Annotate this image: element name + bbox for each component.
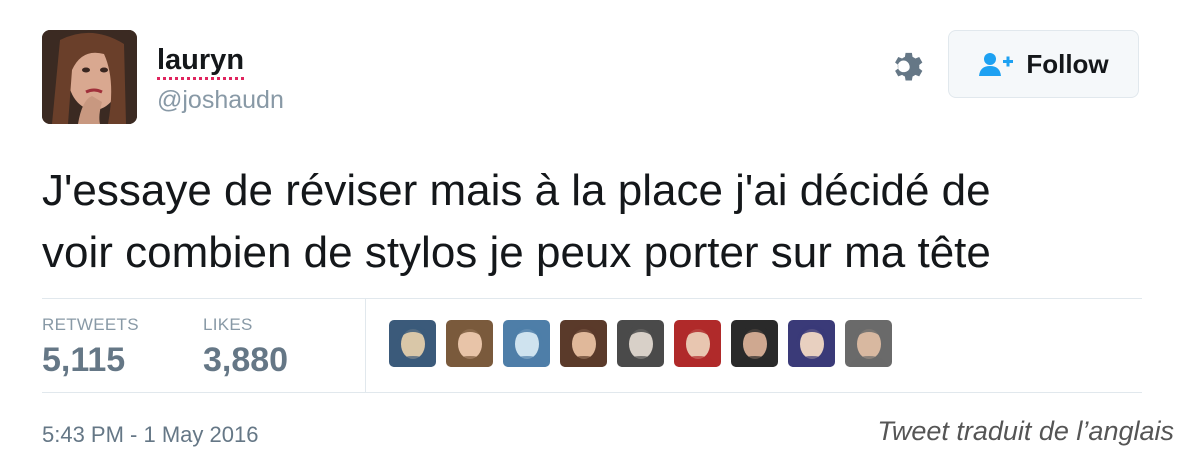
liker-avatar-image [674,320,721,367]
tweet-text: J'essaye de réviser mais à la place j'ai… [42,160,1162,284]
liker-avatar[interactable] [617,320,664,367]
translation-note: Tweet traduit de l’anglais [877,416,1174,446]
tweet-text-line-1: J'essaye de réviser mais à la place j'ai… [42,166,991,215]
add-user-icon [979,53,1014,76]
retweets-count: 5,115 [42,341,126,379]
liker-avatar[interactable] [503,320,550,367]
gear-icon[interactable] [886,48,924,86]
tweet-text-line-2: voir combien de stylos je peux porter su… [42,228,991,277]
divider-top [42,298,1142,299]
liker-avatar[interactable] [845,320,892,367]
liker-avatar-image [845,320,892,367]
liker-avatar[interactable] [560,320,607,367]
follow-label: Follow [1026,48,1109,79]
liker-avatar-image [389,320,436,367]
liker-avatar-image [503,320,550,367]
liker-avatar[interactable] [389,320,436,367]
liker-avatars [389,320,892,367]
stats-separator [365,298,366,392]
tweet-card: lauryn @joshaudn Follow J'essaye de révi… [0,0,1200,471]
timestamp[interactable]: 5:43 PM - 1 May 2016 [42,424,258,446]
follow-button[interactable]: Follow [948,30,1139,98]
liker-avatar[interactable] [731,320,778,367]
liker-avatar-image [617,320,664,367]
liker-avatar-image [560,320,607,367]
liker-avatar[interactable] [788,320,835,367]
retweets-stat[interactable]: RETWEETS 5,115 [42,316,139,377]
likes-count: 3,880 [203,341,289,379]
liker-avatar[interactable] [674,320,721,367]
liker-avatar-image [788,320,835,367]
liker-avatar-image [731,320,778,367]
user-name[interactable]: lauryn [157,46,245,80]
retweets-label: RETWEETS [42,315,139,334]
likes-stat[interactable]: LIKES 3,880 [203,316,288,377]
divider-bottom [42,392,1142,393]
liker-avatar-image [446,320,493,367]
avatar-image [42,30,137,124]
avatar[interactable] [42,30,137,124]
liker-avatar[interactable] [446,320,493,367]
user-handle[interactable]: @joshaudn [157,88,284,113]
likes-label: LIKES [203,315,253,334]
